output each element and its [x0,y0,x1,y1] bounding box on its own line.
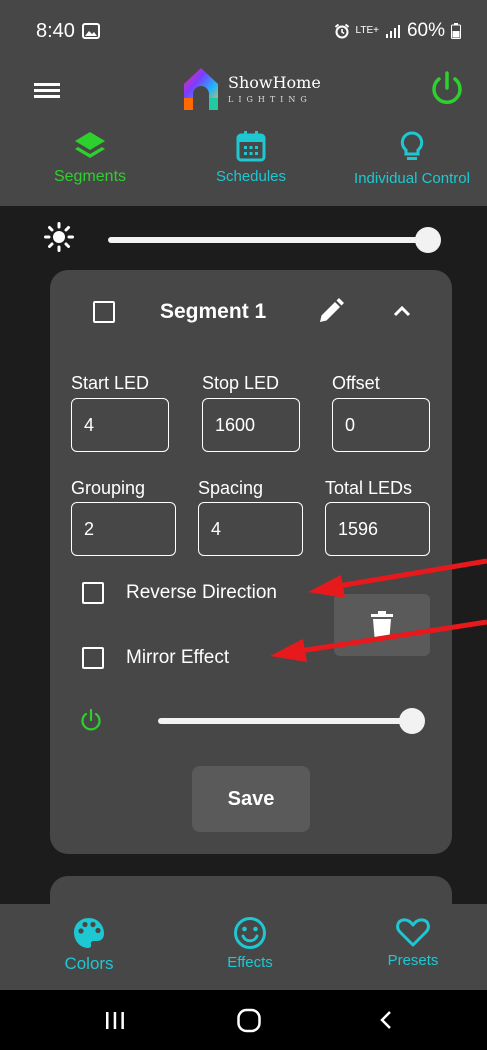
stop-led-input[interactable]: 1600 [202,398,300,452]
brightness-slider-thumb[interactable] [415,227,441,253]
offset-input[interactable]: 0 [332,398,430,452]
pencil-icon[interactable] [318,298,344,324]
app-bar: ShowHome LIGHTING [0,62,487,120]
total-leds-input: 1596 [325,502,430,556]
lightbulb-icon [400,131,424,160]
hamburger-menu-icon[interactable] [34,76,60,104]
status-time: 8:40 [36,20,75,42]
signal-icon [385,25,400,38]
segment-power-icon[interactable] [80,708,102,732]
spacing-input[interactable]: 4 [198,502,303,556]
home-icon[interactable] [236,1002,262,1038]
brightness-sun-icon [44,222,74,252]
nav-presets[interactable]: Presets [380,916,446,969]
global-brightness-row [0,206,487,266]
mirror-effect-label: Mirror Effect [126,647,230,668]
smiley-icon [234,917,266,949]
tab-individual-control[interactable]: Individual Control [345,130,479,187]
start-led-label: Start LED [71,373,150,393]
system-nav-bar [0,990,487,1050]
tab-segments-label: Segments [53,168,127,185]
tab-segments[interactable]: Segments [44,130,136,186]
back-icon[interactable] [376,1002,396,1038]
top-tabs: Segments Schedules Individual Control [0,120,487,206]
start-led-input[interactable]: 4 [71,398,169,452]
palette-icon [74,918,104,948]
nav-effects[interactable]: Effects [214,916,286,971]
total-leds-label: Total LEDs [325,478,413,498]
save-button[interactable]: Save [192,766,310,832]
chevron-up-icon[interactable] [392,304,412,318]
nav-colors[interactable]: Colors [58,916,120,974]
tab-individual-control-label: Individual Control [354,170,470,187]
grouping-input[interactable]: 2 [71,502,176,556]
grouping-label: Grouping [71,478,146,498]
heart-icon [396,918,430,947]
brand-subtitle: LIGHTING [228,94,312,104]
nav-colors-label: Colors [64,954,114,973]
trash-icon [371,611,393,637]
power-icon[interactable] [428,70,466,108]
stop-led-label: Stop LED [202,373,280,393]
alarm-icon [334,23,349,39]
network-type: LTE+ [355,25,379,36]
delete-segment-button[interactable] [334,594,430,656]
brand-name: ShowHome [228,72,321,92]
segment-brightness-slider-thumb[interactable] [399,708,425,734]
reverse-direction-checkbox[interactable] [82,582,104,604]
layers-icon [75,132,105,158]
battery-icon [451,23,461,39]
offset-label: Offset [332,373,380,393]
calendar-icon [236,131,266,162]
reverse-direction-label: Reverse Direction [126,582,277,603]
tab-schedules[interactable]: Schedules [206,130,296,185]
recent-apps-icon[interactable] [105,1002,125,1038]
brightness-slider-track[interactable] [108,237,428,243]
spacing-label: Spacing [198,478,264,498]
status-bar: 8:40 LTE+ 60% [0,0,487,62]
mirror-effect-checkbox[interactable] [82,647,104,669]
house-logo-icon [184,68,218,110]
segment-brightness-slider-track[interactable] [158,718,412,724]
brand-logo: ShowHome LIGHTING [182,64,321,112]
nav-presets-label: Presets [387,952,439,969]
nav-effects-label: Effects [227,954,273,971]
status-indicators: LTE+ 60% [334,20,461,42]
tab-schedules-label: Schedules [215,168,287,185]
battery-percent: 60% [406,20,445,41]
bottom-nav: Colors Effects Presets [0,904,487,990]
segment-select-checkbox[interactable] [93,301,115,323]
segment-title: Segment 1 [160,300,267,323]
gallery-notification-icon [82,23,100,39]
